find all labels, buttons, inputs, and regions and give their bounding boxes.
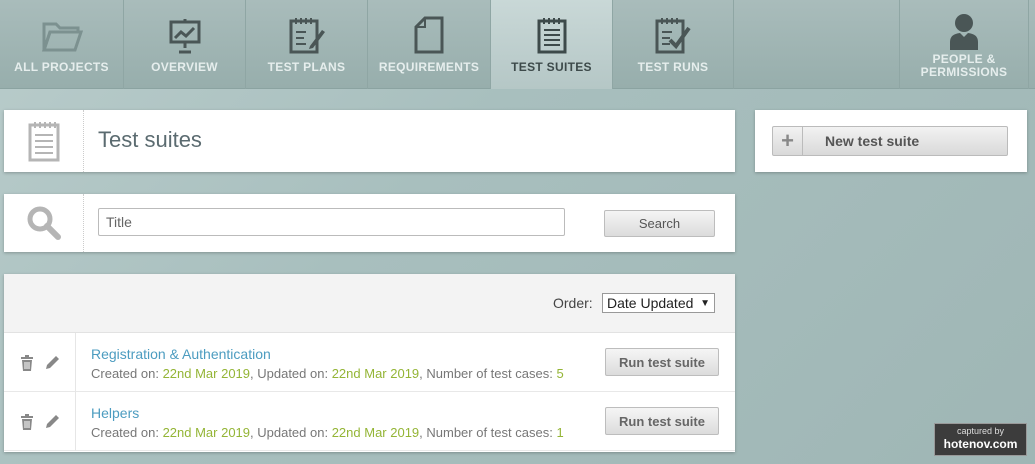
nav-label: PEOPLE & PERMISSIONS — [921, 53, 1008, 79]
notepad-check-icon — [654, 14, 692, 54]
folder-icon — [41, 14, 83, 54]
test-suite-list: Order: Date Updated ▼ Registration & Aut… — [4, 274, 735, 452]
search-input[interactable] — [98, 208, 565, 236]
nav-requirements[interactable]: REQUIREMENTS — [368, 0, 491, 89]
nav-test-plans[interactable]: TEST PLANS — [246, 0, 368, 89]
updated-label: , Updated on: — [250, 425, 329, 440]
new-test-suite-label: New test suite — [825, 133, 920, 149]
row-actions — [4, 333, 76, 392]
nav-people-permissions[interactable]: PEOPLE & PERMISSIONS — [899, 0, 1029, 89]
suite-name-link[interactable]: Helpers — [91, 405, 139, 421]
row-actions — [4, 392, 76, 451]
search-icon — [27, 206, 61, 240]
search-card: Search — [4, 194, 735, 252]
watermark-caption: captured by — [956, 426, 1005, 436]
plus-icon: + — [773, 127, 803, 155]
nav-all-projects[interactable]: ALL PROJECTS — [0, 0, 124, 89]
nav-label: OVERVIEW — [151, 60, 218, 74]
created-label: Created on: — [91, 366, 159, 381]
pencil-icon[interactable] — [44, 355, 60, 371]
nav-test-runs[interactable]: TEST RUNS — [613, 0, 734, 89]
test-case-count: 1 — [556, 425, 564, 440]
order-select[interactable]: Date Updated ▼ — [602, 293, 715, 313]
page-header-card: Test suites — [4, 110, 735, 172]
run-test-suite-button[interactable]: Run test suite — [605, 407, 719, 435]
nav-label: TEST RUNS — [637, 60, 709, 74]
search-button[interactable]: Search — [604, 210, 715, 237]
test-case-count: 5 — [556, 366, 564, 381]
capture-watermark: captured by hotenov.com — [934, 423, 1027, 456]
run-test-suite-button[interactable]: Run test suite — [605, 348, 719, 376]
updated-label: , Updated on: — [250, 366, 329, 381]
page-title: Test suites — [98, 127, 202, 152]
new-test-suite-button[interactable]: + New test suite — [772, 126, 1008, 156]
notepad-list-icon — [28, 122, 59, 162]
count-label: , Number of test cases: — [419, 366, 553, 381]
document-icon — [413, 14, 445, 54]
new-suite-card: + New test suite — [755, 110, 1027, 172]
order-select-value: Date Updated — [607, 295, 694, 311]
trash-icon[interactable] — [20, 354, 34, 371]
created-date: 22nd Mar 2019 — [162, 425, 251, 440]
nav-label-line2: PERMISSIONS — [920, 65, 1008, 79]
nav-label: REQUIREMENTS — [378, 60, 480, 74]
page-header-icon-cell — [4, 110, 84, 172]
trash-icon[interactable] — [20, 413, 34, 430]
nav-test-suites[interactable]: TEST SUITES — [491, 0, 613, 89]
notepad-list-icon — [536, 14, 568, 54]
order-label: Order: — [553, 295, 593, 311]
list-item: Registration & Authentication Created on… — [4, 333, 735, 392]
suite-meta: Created on: 22nd Mar 2019, Updated on: 2… — [91, 366, 564, 381]
presentation-board-icon — [168, 14, 202, 54]
created-label: Created on: — [91, 425, 159, 440]
nav-label: TEST SUITES — [511, 60, 592, 74]
watermark-brand: hotenov.com — [943, 437, 1018, 451]
person-icon — [948, 10, 980, 50]
chevron-down-icon: ▼ — [700, 297, 710, 309]
order-bar: Order: Date Updated ▼ — [4, 274, 735, 333]
list-item: Helpers Created on: 22nd Mar 2019, Updat… — [4, 392, 735, 451]
nav-overview[interactable]: OVERVIEW — [124, 0, 246, 89]
nav-label: TEST PLANS — [267, 60, 346, 74]
notepad-pencil-icon — [288, 14, 326, 54]
pencil-icon[interactable] — [44, 414, 60, 430]
top-navigation: ALL PROJECTS OVERVIEW TEST PLANS REQUIRE… — [0, 0, 1035, 89]
nav-label: ALL PROJECTS — [14, 60, 109, 74]
updated-date: 22nd Mar 2019 — [331, 425, 420, 440]
count-label: , Number of test cases: — [419, 425, 553, 440]
suite-name-link[interactable]: Registration & Authentication — [91, 346, 271, 362]
search-icon-cell — [4, 194, 84, 252]
updated-date: 22nd Mar 2019 — [331, 366, 420, 381]
suite-meta: Created on: 22nd Mar 2019, Updated on: 2… — [91, 425, 564, 440]
created-date: 22nd Mar 2019 — [162, 366, 251, 381]
